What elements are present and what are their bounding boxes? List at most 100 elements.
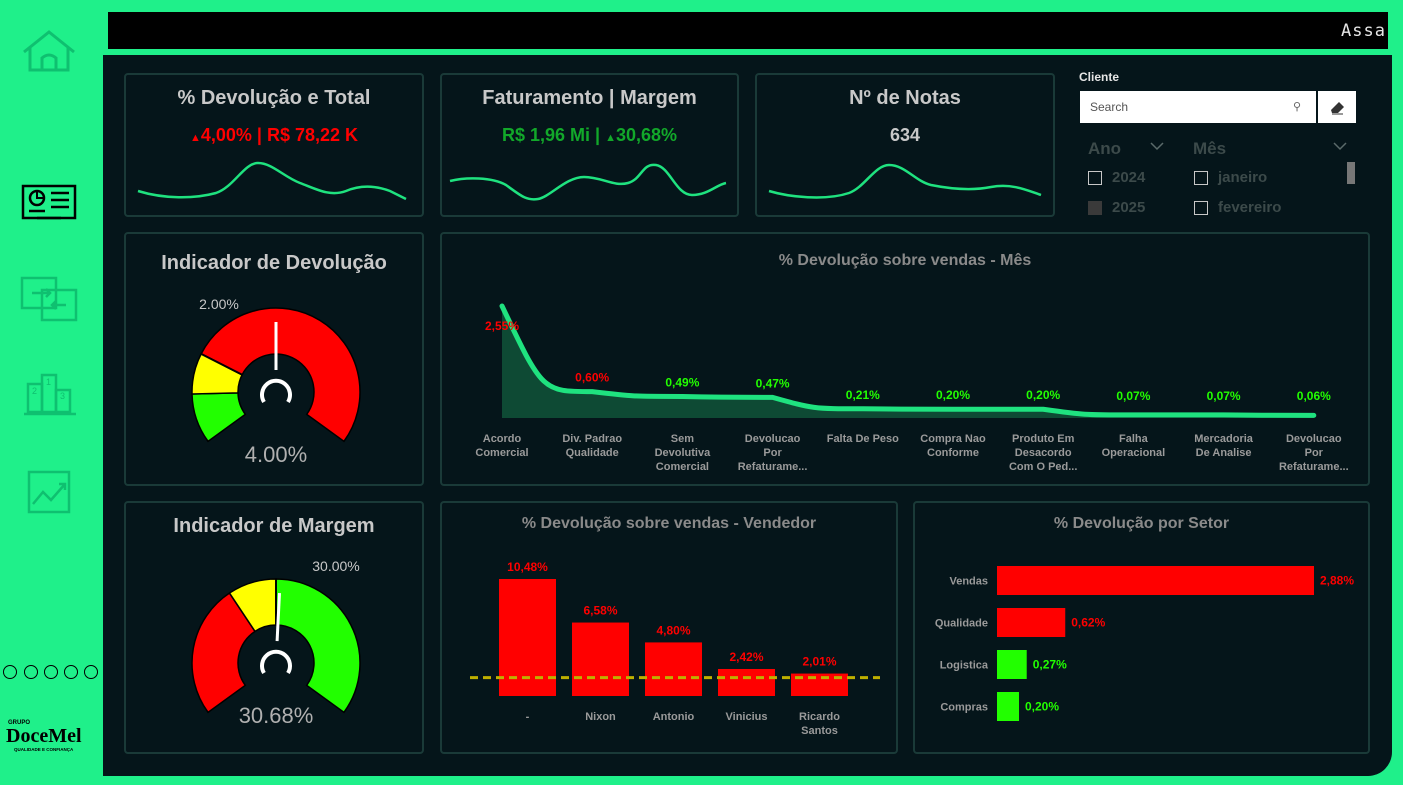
kpi-title: Nº de Notas xyxy=(849,87,961,109)
sparkline xyxy=(768,163,1042,199)
data-label: 0,20% xyxy=(936,388,970,402)
gauge-card-devolucao: Indicador de Devolução 2.00% 4.00% xyxy=(124,232,424,486)
pause-icon[interactable] xyxy=(24,665,38,679)
kpi-value: 4,00% | R$ 78,22 K xyxy=(200,125,359,145)
up-arrow-icon: ▲ xyxy=(189,132,201,144)
logo-name: DoceMel xyxy=(6,725,82,747)
data-label: 0,21% xyxy=(846,388,880,402)
mes-label: Mês xyxy=(1193,139,1227,158)
gauge-hub xyxy=(260,649,292,675)
kpi-value: R$ 1,96 Mi | xyxy=(501,125,606,145)
bar-chart: 10,48% 6,58% 4,80% 2,42% 2,01% - Nixon Antonio V… xyxy=(470,560,880,737)
x-tick-label: Falha Operacional xyxy=(1102,433,1166,459)
data-label: 0,49% xyxy=(665,375,699,389)
gauge-margem: 30.00% 30.68% xyxy=(191,558,361,728)
home-icon[interactable] xyxy=(20,28,78,74)
cliente-label: Cliente xyxy=(1079,70,1120,84)
gauge-segment xyxy=(191,392,247,443)
chart-card-mes: % Devolução sobre vendas - Mês 2,55% 0,60… xyxy=(440,232,1370,486)
checkbox-2024[interactable] xyxy=(1088,171,1102,185)
y-tick-label: Qualidade xyxy=(935,618,988,630)
kpi-card-devolucao: % Devolução e Total ▲4,00% | R$ 78,22 K xyxy=(124,73,424,217)
stop-icon[interactable] xyxy=(44,665,58,679)
data-label: 2,01% xyxy=(802,655,836,669)
data-label: 2,42% xyxy=(729,650,763,664)
x-tick-label: - xyxy=(526,711,530,723)
gauge-target-label: 2.00% xyxy=(199,296,239,312)
kpi-card-notas: Nº de Notas 634 xyxy=(755,73,1055,217)
gauge-value-label: 30.68% xyxy=(239,703,314,728)
x-tick-label: Sem Devolutiva Comercial xyxy=(655,433,712,473)
top-bar: Assa xyxy=(108,12,1388,49)
checkbox-janeiro[interactable] xyxy=(1194,171,1208,185)
x-tick-label: Produto Em Desacordo Com O Ped... xyxy=(1009,433,1077,473)
chart-card-setor: % Devolução por Setor Vendas 2,88% Qualida… xyxy=(913,501,1370,754)
eraser-icon xyxy=(1331,102,1344,115)
option-fevereiro[interactable]: fevereiro xyxy=(1218,199,1281,216)
x-tick-label: Div. Padrao Qualidade xyxy=(562,433,622,459)
gauge-target-label: 30.00% xyxy=(312,558,359,574)
x-tick-label: Vinicius xyxy=(726,711,768,723)
bar xyxy=(645,642,702,696)
gauge-value-label: 4.00% xyxy=(245,442,307,467)
search-icon: ⚲ xyxy=(1293,101,1302,113)
gauge-devolucao: 2.00% 4.00% xyxy=(191,296,361,467)
data-label: 2,88% xyxy=(1320,574,1354,588)
ano-label: Ano xyxy=(1088,139,1122,158)
data-label: 6,58% xyxy=(583,604,617,618)
scrollbar[interactable] xyxy=(1347,162,1355,184)
sparkline xyxy=(449,163,727,201)
area-chart: 2,55% 0,60% 0,49% 0,47% 0,21% 0,20% 0,20% 0,07%… xyxy=(475,303,1349,473)
bar xyxy=(718,668,775,696)
area-fill xyxy=(502,306,1314,418)
transfer-icon[interactable] xyxy=(20,276,80,322)
trend-icon[interactable] xyxy=(27,470,73,516)
dashboard-icon[interactable] xyxy=(21,184,77,222)
bar xyxy=(997,650,1027,679)
kpi-title: % Devolução e Total xyxy=(177,87,371,109)
x-tick-label: Mercadoria De Analise xyxy=(1194,433,1254,459)
option-2024[interactable]: 2024 xyxy=(1112,169,1145,186)
bar xyxy=(997,566,1314,595)
x-tick-label: Acordo Comercial xyxy=(475,433,528,459)
kpi-value-margin: 30,68% xyxy=(615,125,678,145)
data-label: 0,07% xyxy=(1116,389,1150,403)
y-tick-label: Compras xyxy=(940,702,988,714)
kpi-title: Faturamento | Margem xyxy=(482,87,697,109)
data-label: 2,55% xyxy=(485,319,519,333)
ranking-icon[interactable]: 2 1 3 xyxy=(22,372,78,418)
option-janeiro[interactable]: janeiro xyxy=(1218,169,1267,186)
x-tick-label: Ricardo Santos xyxy=(799,711,840,737)
eraser-button[interactable] xyxy=(1318,91,1356,123)
bar xyxy=(572,622,629,696)
data-label: 0,60% xyxy=(575,371,609,385)
svg-text:2: 2 xyxy=(32,386,37,396)
data-label: 0,20% xyxy=(1026,388,1060,402)
checkbox-2025[interactable] xyxy=(1088,201,1102,215)
data-label: 0,47% xyxy=(756,376,790,390)
gauge-hub xyxy=(260,378,292,404)
svg-text:3: 3 xyxy=(60,391,65,401)
x-tick-label: Devolucao Por Refaturame... xyxy=(738,433,808,473)
x-tick-label: Antonio xyxy=(653,711,695,723)
data-label: 0,27% xyxy=(1033,658,1067,672)
play-icon[interactable] xyxy=(3,665,17,679)
data-label: 0,06% xyxy=(1297,389,1331,403)
data-label: 0,07% xyxy=(1207,389,1241,403)
svg-text:1: 1 xyxy=(46,377,51,387)
data-label: 0,62% xyxy=(1071,616,1105,630)
sparkline xyxy=(137,161,407,201)
gauge-segment xyxy=(275,578,361,714)
chevron-down-icon[interactable] xyxy=(1150,141,1164,151)
chevron-down-icon[interactable] xyxy=(1333,141,1347,151)
up-arrow-icon: ▲ xyxy=(605,132,616,144)
hbar-chart: Vendas 2,88% Qualidade 0,62% Logistica 0,27% C… xyxy=(935,566,1354,721)
next-icon[interactable] xyxy=(84,665,98,679)
search-input[interactable]: Search xyxy=(1080,91,1316,123)
option-2025[interactable]: 2025 xyxy=(1112,199,1145,216)
checkbox-fevereiro[interactable] xyxy=(1194,201,1208,215)
data-label: 0,20% xyxy=(1025,700,1059,714)
previous-icon[interactable] xyxy=(64,665,78,679)
ticker-text: Assa xyxy=(1341,21,1386,41)
data-label: 10,48% xyxy=(507,560,548,574)
